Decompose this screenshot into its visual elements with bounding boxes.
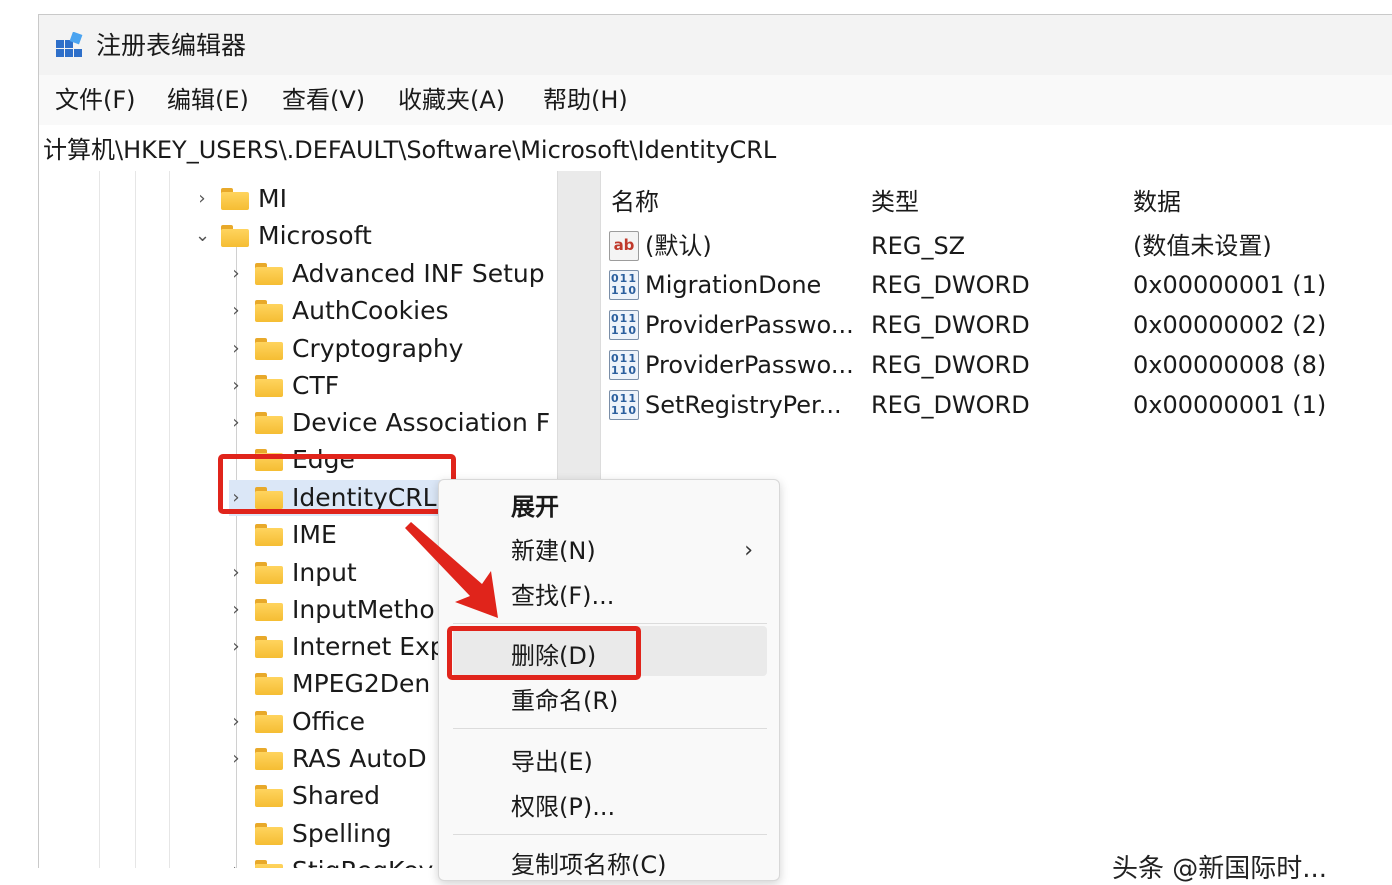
menu-edit[interactable]: 编辑(E) (163, 83, 253, 117)
context-separator (453, 623, 767, 624)
menu-view[interactable]: 查看(V) (278, 83, 369, 117)
value-row[interactable]: 011 110 ProviderPasswo... REG_DWORD 0x00… (601, 346, 1391, 384)
tree-item[interactable]: Shared (229, 778, 380, 814)
chevron-right-icon[interactable]: › (195, 190, 209, 208)
binary-value-icon: 011 110 (609, 350, 639, 380)
tree-item[interactable]: › AuthCookies (229, 293, 448, 329)
address-bar (39, 125, 1392, 172)
binary-value-icon: 011 110 (609, 310, 639, 340)
chevron-right-icon[interactable]: › (229, 638, 243, 656)
folder-icon (255, 338, 283, 360)
folder-icon (255, 412, 283, 434)
regedit-app-icon (56, 32, 83, 57)
binary-value-icon: 011 110 (609, 270, 639, 300)
tree-item[interactable]: MPEG2Den (229, 666, 430, 702)
context-new[interactable]: 新建(N) (511, 534, 596, 568)
tree-item[interactable]: › Internet Exp (229, 629, 445, 665)
folder-icon (255, 562, 283, 584)
context-separator (453, 728, 767, 729)
column-header-data[interactable]: 数据 (1133, 185, 1181, 219)
chevron-right-icon[interactable]: › (229, 265, 243, 283)
chevron-right-icon[interactable]: › (229, 713, 243, 731)
value-row[interactable]: 011 110 ProviderPasswo... REG_DWORD 0x00… (601, 306, 1391, 344)
title-bar: 注册表编辑器 (39, 15, 1392, 75)
tree-item[interactable]: IME (229, 517, 337, 553)
folder-icon (255, 599, 283, 621)
window-title: 注册表编辑器 (96, 31, 247, 60)
context-rename[interactable]: 重命名(R) (511, 684, 618, 718)
folder-icon (255, 300, 283, 322)
menu-file[interactable]: 文件(F) (51, 83, 140, 117)
chevron-right-icon: › (744, 538, 753, 563)
screen-margin (0, 0, 38, 867)
menu-favorites[interactable]: 收藏夹(A) (394, 83, 509, 117)
folder-icon (221, 188, 249, 210)
tree-item[interactable]: › Device Association F (229, 405, 550, 441)
folder-icon (255, 636, 283, 658)
delete-highlight-box (447, 626, 641, 680)
tree-item[interactable]: › Office (229, 704, 365, 740)
chevron-right-icon[interactable]: › (229, 601, 243, 619)
context-export[interactable]: 导出(E) (511, 745, 593, 779)
value-row[interactable]: 011 110 SetRegistryPer... REG_DWORD 0x00… (601, 386, 1391, 424)
folder-icon (221, 225, 249, 247)
value-row[interactable]: ab (默认) REG_SZ (数值未设置) (601, 227, 1391, 265)
tree-item[interactable]: › Advanced INF Setup (229, 256, 544, 292)
chevron-right-icon[interactable]: › (229, 564, 243, 582)
chevron-right-icon[interactable]: › (229, 340, 243, 358)
tree-item[interactable]: ⌄ Microsoft (195, 218, 372, 254)
column-header-name[interactable]: 名称 (611, 185, 659, 219)
context-expand[interactable]: 展开 (511, 490, 559, 524)
tree-item[interactable]: › RAS AutoD (229, 741, 426, 777)
tree-item[interactable]: › CTF (229, 368, 339, 404)
folder-icon (255, 785, 283, 807)
tree-item[interactable]: › Cryptography (229, 331, 463, 367)
context-separator (453, 834, 767, 835)
identitycrl-highlight-box (218, 454, 456, 514)
context-find[interactable]: 查找(F)... (511, 579, 614, 613)
folder-icon (255, 673, 283, 695)
chevron-right-icon[interactable]: › (229, 750, 243, 768)
folder-icon (255, 524, 283, 546)
tree-item[interactable]: Spelling (229, 816, 392, 852)
tree-item[interactable]: › Input (229, 555, 356, 591)
chevron-right-icon[interactable]: › (229, 862, 243, 869)
folder-icon (255, 263, 283, 285)
tree-item[interactable]: › InputMetho (229, 592, 434, 628)
address-input[interactable] (43, 130, 1343, 164)
chevron-down-icon[interactable]: ⌄ (195, 227, 210, 245)
column-header-type[interactable]: 类型 (871, 185, 919, 219)
menu-bar: 文件(F) 编辑(E) 查看(V) 收藏夹(A) 帮助(H) (39, 75, 1392, 126)
string-value-icon: ab (609, 231, 639, 261)
chevron-right-icon[interactable]: › (229, 302, 243, 320)
tree-item[interactable]: › MI (195, 181, 287, 217)
menu-help[interactable]: 帮助(H) (539, 83, 632, 117)
folder-icon (255, 823, 283, 845)
chevron-right-icon[interactable]: › (229, 414, 243, 432)
binary-value-icon: 011 110 (609, 390, 639, 420)
value-row[interactable]: 011 110 MigrationDone REG_DWORD 0x000000… (601, 266, 1391, 304)
context-menu: 展开 新建(N) › 查找(F)... 删除(D) 重命名(R) 导出(E) 权… (438, 479, 780, 881)
folder-icon (255, 375, 283, 397)
folder-icon (255, 711, 283, 733)
context-copy-key-name[interactable]: 复制项名称(C) (511, 848, 666, 882)
context-permissions[interactable]: 权限(P)... (511, 790, 615, 824)
chevron-right-icon[interactable]: › (229, 377, 243, 395)
tree-item[interactable]: › StigRegKey (229, 853, 433, 868)
folder-icon (255, 748, 283, 770)
